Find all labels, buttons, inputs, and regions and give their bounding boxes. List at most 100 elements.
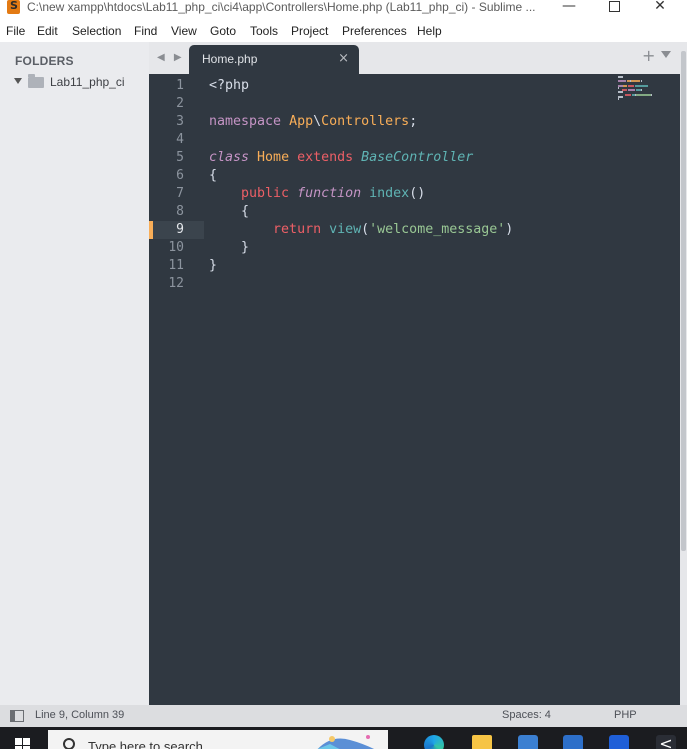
code-line: return view('welcome_message')	[209, 221, 513, 239]
tab-home-php[interactable]: Home.php ×	[189, 45, 359, 74]
file-explorer-icon[interactable]	[472, 735, 492, 749]
scrollbar-thumb[interactable]	[681, 51, 686, 551]
new-tab-icon[interactable]: +	[642, 46, 655, 65]
syntax-mode[interactable]: PHP	[614, 709, 637, 721]
minimize-button[interactable]: —	[554, 0, 584, 16]
search-highlight-art-icon	[317, 735, 375, 749]
code-token: class	[209, 150, 250, 165]
title-bar: C:\new xampp\htdocs\Lab11_php_ci\ci4\app…	[0, 0, 687, 20]
status-bar: Line 9, Column 39 Spaces: 4 PHP	[0, 705, 687, 727]
menu-goto[interactable]: Goto	[210, 24, 236, 38]
minimap-stroke	[640, 80, 642, 83]
edge-icon[interactable]	[424, 735, 444, 749]
menu-view[interactable]: View	[171, 24, 197, 38]
line-number: 2	[176, 96, 184, 111]
line-number: 12	[168, 276, 184, 291]
code-token: {	[209, 168, 218, 183]
line-number: 3	[176, 114, 184, 129]
maximize-button[interactable]	[599, 0, 629, 16]
minimap-stroke	[618, 76, 623, 78]
window-title: C:\new xampp\htdocs\Lab11_php_ci\ci4\app…	[27, 0, 536, 14]
taskbar-search-box[interactable]: Type here to search	[48, 730, 388, 749]
code-token: BaseController	[361, 150, 474, 165]
folders-heading: FOLDERS	[15, 54, 74, 68]
line-number-gutter: 1 2 3 4 5 6 7 8 9 10 11 12	[149, 74, 204, 705]
code-line: public function index()	[209, 185, 513, 203]
line-number: 10	[168, 240, 184, 255]
tab-close-icon[interactable]: ×	[338, 51, 349, 66]
visual-studio-icon[interactable]: <	[656, 735, 676, 749]
folder-tree-item[interactable]: Lab11_php_ci	[14, 74, 144, 91]
code-token: {	[209, 204, 250, 219]
code-token: (	[361, 222, 370, 237]
code-token: return	[273, 222, 322, 237]
menu-file[interactable]: File	[6, 24, 25, 38]
search-placeholder: Type here to search	[88, 739, 203, 749]
code-line: class Home extends BaseController	[209, 149, 513, 167]
minimap-stroke	[618, 80, 627, 83]
minimap-stroke	[630, 80, 641, 83]
maximize-icon	[608, 1, 620, 12]
code-token: function	[297, 186, 362, 201]
minimap-stroke	[623, 84, 627, 87]
tab-bar: ◀ ▶ Home.php × +	[149, 42, 687, 74]
menu-edit[interactable]: Edit	[37, 24, 58, 38]
code-token: view	[329, 222, 362, 237]
code-area[interactable]: <?php namespace App\Controllers; class H…	[209, 77, 513, 293]
minimap[interactable]	[616, 74, 666, 114]
tab-nav-arrows-icon[interactable]: ◀ ▶	[157, 52, 185, 63]
sidebar: FOLDERS Lab11_php_ci	[0, 42, 149, 705]
dropbox-icon[interactable]	[609, 735, 629, 749]
minimap-stroke	[635, 84, 648, 87]
line-number: 6	[176, 168, 184, 183]
minimap-stroke	[625, 93, 631, 96]
line-number: 4	[176, 132, 184, 147]
menu-find[interactable]: Find	[134, 24, 157, 38]
code-token: extends	[297, 150, 354, 165]
store-icon[interactable]	[518, 735, 538, 749]
code-token: namespace	[209, 114, 282, 129]
code-editor[interactable]: 1 2 3 4 5 6 7 8 9 10 11 12 <?php namespace App\Cont…	[149, 74, 680, 705]
toggle-sidebar-icon[interactable]	[10, 710, 24, 722]
code-line: }	[209, 257, 513, 275]
code-token: }	[209, 258, 218, 273]
menu-project[interactable]: Project	[291, 24, 328, 38]
folder-icon	[28, 74, 44, 88]
code-token: App	[289, 114, 314, 129]
minimap-stroke	[651, 93, 653, 96]
mail-icon[interactable]	[563, 735, 583, 749]
search-icon	[63, 738, 75, 749]
code-line: namespace App\Controllers;	[209, 113, 513, 131]
menu-selection[interactable]: Selection	[72, 24, 121, 38]
menu-help[interactable]: Help	[417, 24, 442, 38]
code-token: }	[209, 240, 250, 255]
line-number: 5	[176, 150, 184, 165]
cursor-position: Line 9, Column 39	[35, 709, 125, 721]
expand-caret-icon[interactable]	[14, 78, 22, 84]
tab-menu-icon[interactable]	[661, 51, 671, 58]
line-number: 9	[176, 222, 184, 237]
menu-tools[interactable]: Tools	[250, 24, 278, 38]
windows-start-icon[interactable]	[15, 738, 31, 749]
minimap-stroke	[618, 87, 619, 89]
vertical-scrollbar[interactable]	[680, 42, 687, 705]
indentation-setting[interactable]: Spaces: 4	[502, 709, 551, 721]
code-token: \	[313, 114, 322, 129]
code-token: Controllers	[321, 114, 410, 129]
sublime-app-icon	[7, 0, 20, 14]
code-token: index	[369, 186, 410, 201]
code-token: ;	[409, 114, 418, 129]
code-token: public	[241, 186, 290, 201]
minimap-stroke	[627, 84, 635, 87]
close-window-button[interactable]: ✕	[645, 0, 675, 16]
code-token: )	[505, 222, 514, 237]
line-number: 1	[176, 78, 184, 93]
menu-preferences[interactable]: Preferences	[342, 24, 407, 38]
